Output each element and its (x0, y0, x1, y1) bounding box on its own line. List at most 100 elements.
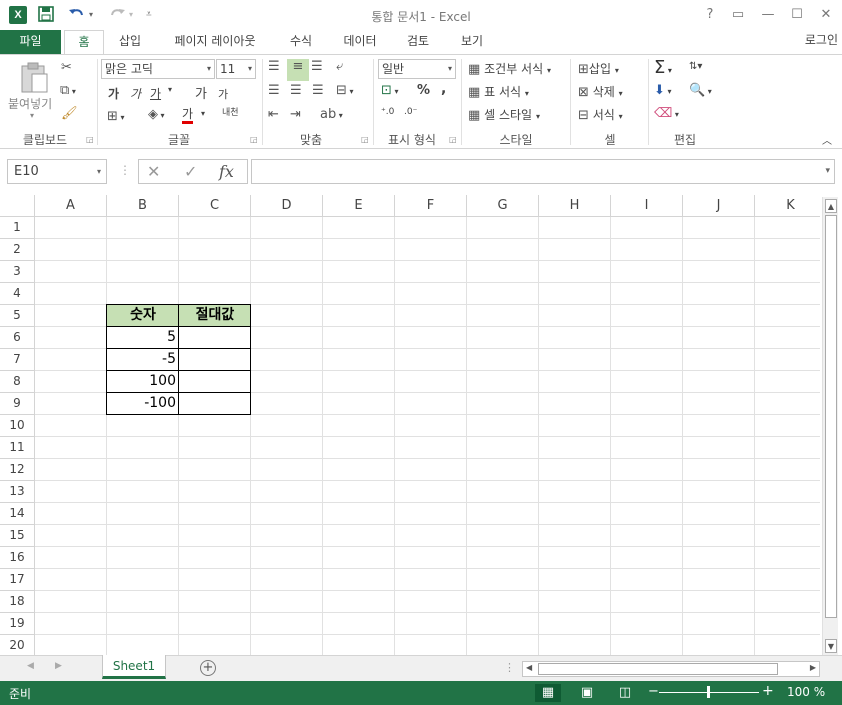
enter-icon[interactable]: ✓ (184, 162, 197, 181)
comma-style-button[interactable]: , (441, 81, 446, 97)
increase-indent-icon[interactable]: ⇥ (290, 107, 301, 122)
horizontal-scroll-thumb[interactable] (538, 663, 778, 675)
vertical-scrollbar[interactable]: ▲ ▼ (822, 197, 838, 655)
page-break-view-icon[interactable]: ◫ (612, 684, 638, 702)
borders-icon[interactable]: ⊞ ▾ (107, 109, 124, 124)
clear-icon[interactable]: ⌫ ▾ (654, 106, 679, 121)
formula-input[interactable]: ▾ (251, 159, 835, 184)
fill-icon[interactable]: ⬇ ▾ (654, 83, 671, 98)
sort-filter-icon[interactable]: ⇅▾ (689, 61, 702, 72)
maximize-icon[interactable]: ☐ (787, 5, 807, 25)
align-top-icon[interactable]: ☰ (268, 59, 280, 74)
delete-cells-button[interactable]: ⊠ 삭제 ▾ (578, 83, 623, 100)
tab-insert[interactable]: 삽입 (110, 30, 150, 54)
row-header[interactable]: 13 (0, 481, 35, 503)
sheet-tab[interactable]: Sheet1 (102, 655, 166, 679)
number-format-select[interactable]: 일반 ▾ (378, 59, 456, 79)
conditional-format-button[interactable]: ▦ 조건부 서식 ▾ (468, 60, 551, 77)
fill-color-icon[interactable]: ◈ ▾ (148, 107, 165, 122)
align-bottom-icon[interactable]: ☰ (311, 59, 323, 74)
close-icon[interactable]: ✕ (816, 5, 836, 25)
zoom-in-icon[interactable]: + (762, 683, 774, 699)
insert-cells-button[interactable]: ⊞삽입 ▾ (578, 60, 619, 77)
row-header[interactable]: 8 (0, 371, 35, 393)
column-header[interactable]: B (107, 195, 179, 217)
row-header[interactable]: 2 (0, 239, 35, 261)
column-header[interactable]: H (539, 195, 611, 217)
align-left-icon[interactable]: ☰ (268, 83, 280, 98)
row-header[interactable]: 3 (0, 261, 35, 283)
format-painter-icon[interactable]: 🖌 (61, 106, 78, 121)
row-header[interactable]: 9 (0, 393, 35, 415)
sign-in-link[interactable]: 로그인 (805, 31, 838, 48)
autosum-icon[interactable]: Σ ▾ (654, 57, 672, 78)
column-header[interactable]: D (251, 195, 323, 217)
tab-home[interactable]: 홈 (64, 30, 104, 55)
decrease-decimal-icon[interactable]: .0⁻ (404, 107, 417, 117)
cell-styles-button[interactable]: ▦ 셀 스타일 ▾ (468, 106, 540, 123)
row-header[interactable]: 17 (0, 569, 35, 591)
tab-data[interactable]: 데이터 (335, 30, 385, 54)
tab-page-layout[interactable]: 페이지 레이아웃 (163, 30, 267, 54)
align-center-icon[interactable]: ☰ (290, 83, 302, 98)
add-sheet-icon[interactable]: + (200, 660, 216, 676)
underline-dropdown-icon[interactable]: ▾ (168, 85, 172, 94)
format-cells-button[interactable]: ⊟ 서식 ▾ (578, 106, 623, 123)
align-middle-icon[interactable]: ≡ (287, 59, 309, 81)
row-header[interactable]: 4 (0, 283, 35, 305)
cut-icon[interactable]: ✂ (61, 60, 72, 75)
align-right-icon[interactable]: ☰ (312, 83, 324, 98)
increase-decimal-icon[interactable]: ⁺.0 (381, 107, 394, 117)
column-header[interactable]: A (35, 195, 107, 217)
page-layout-view-icon[interactable]: ▣ (574, 684, 600, 702)
sheet-prev-icon[interactable]: ◀ (27, 661, 34, 671)
tab-file[interactable]: 파일 (0, 30, 61, 54)
decrease-indent-icon[interactable]: ⇤ (268, 107, 279, 122)
row-header[interactable]: 20 (0, 635, 35, 655)
column-header[interactable]: K (755, 195, 820, 217)
scroll-down-icon[interactable]: ▼ (825, 639, 837, 653)
zoom-out-icon[interactable]: − (648, 684, 659, 699)
row-header[interactable]: 18 (0, 591, 35, 613)
orientation-icon[interactable]: ab ▾ (320, 107, 343, 122)
row-header[interactable]: 1 (0, 217, 35, 239)
font-name-select[interactable]: 맑은 고딕 ▾ (101, 59, 215, 79)
row-header[interactable]: 10 (0, 415, 35, 437)
font-launcher-icon[interactable]: ◲ (250, 135, 258, 144)
accounting-format-icon[interactable]: ⊡ ▾ (381, 83, 398, 98)
worksheet-grid[interactable]: A B C D E F G H I J K 1 2 3 4 5 6 7 8 9 10 11 12 13 14 15 16 17 18 19… (0, 195, 820, 655)
paste-dropdown-icon[interactable]: ▾ (30, 111, 34, 120)
help-icon[interactable]: ? (700, 5, 720, 25)
underline-button[interactable]: 가 (150, 85, 161, 102)
row-header[interactable]: 16 (0, 547, 35, 569)
paste-icon[interactable] (18, 61, 50, 98)
minimize-icon[interactable]: — (758, 5, 778, 25)
scroll-up-icon[interactable]: ▲ (825, 199, 837, 213)
column-header[interactable]: F (395, 195, 467, 217)
row-header[interactable]: 14 (0, 503, 35, 525)
column-header[interactable]: E (323, 195, 395, 217)
row-header[interactable]: 5 (0, 305, 35, 327)
row-header[interactable]: 11 (0, 437, 35, 459)
wrap-text-icon[interactable]: ⤶ (336, 59, 343, 74)
clipboard-launcher-icon[interactable]: ◲ (86, 135, 94, 144)
format-as-table-button[interactable]: ▦ 표 서식 ▾ (468, 83, 529, 100)
cancel-icon[interactable]: ✕ (147, 162, 160, 181)
bold-button[interactable]: 가 (108, 85, 119, 102)
alignment-launcher-icon[interactable]: ◲ (361, 135, 369, 144)
column-header[interactable]: G (467, 195, 539, 217)
column-header[interactable]: C (179, 195, 251, 217)
row-header[interactable]: 12 (0, 459, 35, 481)
paste-button[interactable]: 붙여넣기 (8, 95, 52, 112)
tab-formulas[interactable]: 수식 (281, 30, 321, 54)
horizontal-scrollbar[interactable]: ◀ ▶ (522, 661, 820, 677)
font-color-button[interactable]: 가 (182, 107, 194, 124)
shrink-font-button[interactable]: 가 (218, 86, 228, 102)
row-header[interactable]: 19 (0, 613, 35, 635)
number-launcher-icon[interactable]: ◲ (449, 135, 457, 144)
tab-review[interactable]: 검토 (398, 30, 438, 54)
scroll-right-icon[interactable]: ▶ (810, 663, 816, 672)
formula-bar-splitter-icon[interactable]: ⋮ (119, 163, 131, 177)
select-all-button[interactable] (0, 195, 35, 217)
find-select-icon[interactable]: 🔍 ▾ (689, 83, 712, 98)
